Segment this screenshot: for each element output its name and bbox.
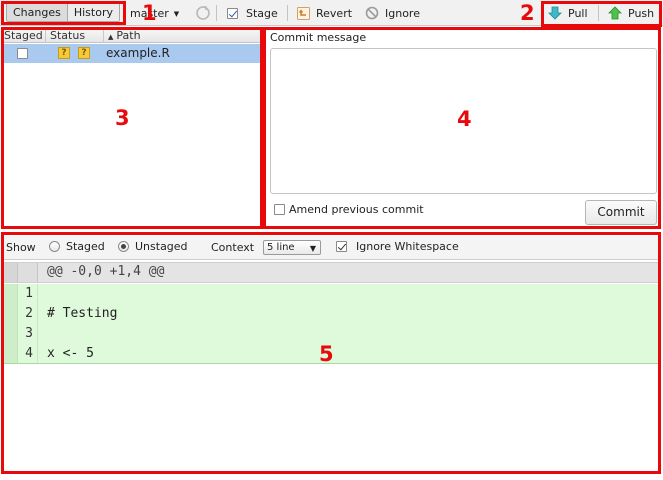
staged-checkbox[interactable] — [17, 48, 28, 59]
refresh-icon — [196, 6, 210, 20]
hunk-header-text: @@ -0,0 +1,4 @@ — [47, 264, 165, 279]
file-path: example.R — [106, 46, 170, 60]
column-header-path[interactable]: ▲ Path — [104, 29, 260, 43]
push-arrow-up-icon — [608, 6, 622, 20]
annotation-label-4: 4 — [457, 107, 472, 131]
context-label: Context — [211, 241, 255, 254]
diff-gutter — [3, 344, 18, 363]
files-table-header: Staged Status ▲ Path — [3, 29, 260, 43]
annotation-label-2: 2 — [520, 1, 535, 25]
stage-check-icon — [227, 7, 238, 19]
revert-icon — [297, 6, 310, 20]
pull-arrow-down-icon — [548, 6, 562, 20]
unstaged-radio[interactable] — [118, 241, 129, 252]
hunk-gutter — [18, 263, 38, 282]
line-number: 4 — [18, 344, 38, 363]
commit-button[interactable]: Commit — [585, 200, 657, 225]
line-code: x <- 5 — [47, 346, 94, 361]
toolbar-divider — [216, 5, 217, 21]
line-number: 3 — [18, 324, 38, 344]
tab-history[interactable]: History — [67, 4, 119, 21]
commit-message-label: Commit message — [270, 31, 367, 44]
tab-changes[interactable]: Changes — [7, 4, 68, 21]
view-tab-group: Changes History — [6, 3, 120, 22]
status-untracked-icon: ? — [78, 47, 90, 59]
diff-added-line: 3 — [3, 324, 660, 344]
table-row[interactable]: ? ? example.R — [3, 44, 260, 63]
annotation-label-5: 5 — [319, 342, 334, 366]
chevron-down-icon: ▼ — [309, 244, 316, 253]
context-lines-select[interactable]: 5 line ▼ — [263, 240, 321, 255]
column-header-status[interactable]: Status — [46, 29, 104, 43]
pull-button[interactable]: Pull — [548, 0, 588, 26]
annotation-label-3: 3 — [115, 106, 130, 130]
ignore-whitespace-checkbox[interactable] — [336, 241, 347, 252]
line-number: 1 — [18, 284, 38, 304]
chevron-down-icon: ▼ — [173, 10, 180, 18]
unstaged-radio-label: Unstaged — [135, 240, 188, 253]
ignore-whitespace-option[interactable]: Ignore Whitespace — [336, 240, 459, 253]
diff-gutter — [3, 324, 18, 344]
revert-button[interactable]: Revert — [297, 0, 352, 26]
line-number: 2 — [18, 304, 38, 324]
path-header-label: Path — [116, 29, 141, 42]
toolbar-divider — [287, 5, 288, 21]
amend-label: Amend previous commit — [289, 203, 424, 216]
pull-label: Pull — [568, 6, 588, 20]
amend-checkbox[interactable] — [274, 204, 285, 215]
status-untracked-icon: ? — [58, 47, 70, 59]
diff-gutter — [3, 284, 18, 304]
staged-radio-label: Staged — [66, 240, 105, 253]
refresh-button[interactable] — [195, 0, 211, 26]
diff-hunk-header: @@ -0,0 +1,4 @@ — [3, 262, 660, 283]
push-label: Push — [628, 6, 655, 20]
amend-commit-option[interactable]: Amend previous commit — [274, 203, 424, 216]
push-button[interactable]: Push — [608, 0, 654, 26]
ignore-button[interactable]: Ignore — [365, 0, 420, 26]
ignore-label: Ignore — [385, 6, 420, 20]
stage-button[interactable]: Stage — [227, 0, 278, 26]
stage-label: Stage — [246, 6, 278, 20]
hunk-gutter — [3, 263, 18, 282]
diff-gutter — [3, 304, 18, 324]
show-label: Show — [6, 241, 36, 254]
unstaged-radio-option[interactable]: Unstaged — [118, 240, 188, 253]
staged-radio-option[interactable]: Staged — [49, 240, 105, 253]
context-value: 5 line — [267, 242, 295, 253]
column-header-staged[interactable]: Staged — [3, 29, 46, 43]
diff-added-line: 2 # Testing — [3, 304, 660, 324]
ignore-icon — [365, 6, 379, 20]
annotation-label-1: 1 — [142, 1, 157, 25]
toolbar: Changes History master ▼ Stage Revert Ig… — [0, 0, 663, 26]
line-code: # Testing — [47, 306, 118, 321]
sort-ascending-icon: ▲ — [108, 33, 114, 41]
toolbar-divider — [598, 5, 599, 21]
diff-added-line: 1 — [3, 284, 660, 304]
staged-radio[interactable] — [49, 241, 60, 252]
revert-label: Revert — [316, 6, 353, 20]
ignore-whitespace-label: Ignore Whitespace — [356, 240, 459, 253]
